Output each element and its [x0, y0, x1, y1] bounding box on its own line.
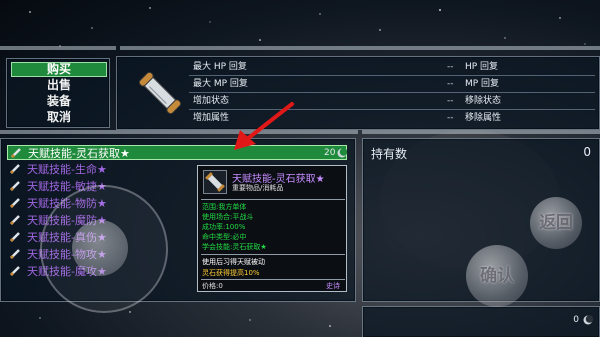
tooltip-success-rate: 成功率:100%	[202, 223, 246, 231]
info-row-max-mp: 最大 MP 回复 -- MP 回复	[189, 76, 595, 93]
mid-divider-right	[362, 130, 600, 134]
scroll-icon	[10, 232, 20, 242]
scroll-icon	[10, 266, 20, 276]
tooltip-learn-skill: 学会技能:灵石获取★	[202, 243, 267, 251]
item-name: 天赋技能-灵石获取★	[28, 147, 130, 160]
tooltip-occasion: 使用场合:平战斗	[202, 213, 254, 221]
bottom-status-strip: 0	[362, 306, 600, 337]
scroll-icon	[10, 164, 20, 174]
held-count-label: 持有数	[371, 147, 408, 161]
cancel-button[interactable]: 取消	[11, 110, 107, 125]
crescent-icon	[337, 148, 347, 158]
joystick-knob[interactable]	[72, 220, 128, 276]
info-left-label: 最大 MP 回复	[193, 79, 248, 89]
info-left-label: 增加状态	[193, 96, 230, 106]
tooltip-divider	[201, 254, 345, 255]
tooltip-divider	[201, 199, 345, 200]
info-dash: --	[447, 96, 454, 106]
top-divider-left	[0, 46, 116, 50]
scroll-icon	[10, 249, 20, 259]
info-left-label: 增加属性	[193, 113, 230, 123]
tooltip-hit-type: 命中类型:必中	[202, 233, 247, 241]
info-row-max-hp: 最大 HP 回复 -- HP 回复	[189, 59, 595, 76]
sell-button[interactable]: 出售	[11, 78, 107, 93]
confirm-button[interactable]: 确认	[466, 245, 528, 307]
info-right-label: MP 回复	[465, 79, 500, 89]
scroll-icon	[10, 215, 20, 225]
scroll-icon	[11, 148, 21, 158]
item-count: 20	[324, 148, 336, 158]
info-dash: --	[447, 113, 454, 123]
item-tooltip: 天赋技能-灵石获取★ 重要物品/消耗品 范围:我方单体 使用场合:平战斗 成功率…	[197, 165, 347, 292]
info-right-label: HP 回复	[465, 62, 499, 72]
tooltip-desc-2: 灵石获得提高10%	[202, 269, 260, 277]
scroll-icon	[10, 181, 20, 191]
tooltip-range: 范围:我方单体	[202, 203, 247, 211]
scroll-icon	[10, 198, 20, 208]
item-name: 天赋技能-生命★	[27, 163, 107, 176]
pointer-arrow-icon	[234, 102, 294, 150]
info-right-label: 移除属性	[465, 113, 502, 123]
tooltip-desc-1: 使用后习得天赋被动	[202, 258, 265, 266]
scroll-item-icon	[203, 170, 227, 194]
item-info-panel: 最大 HP 回复 -- HP 回复 最大 MP 回复 -- MP 回复 增加状态…	[116, 56, 600, 130]
command-menu: 购买 出售 装备 取消	[6, 58, 110, 128]
bottom-value: 0	[573, 315, 579, 325]
info-dash: --	[447, 62, 454, 72]
back-button[interactable]: 返回	[530, 197, 582, 249]
tooltip-rarity: 史诗	[326, 282, 340, 290]
tooltip-price: 价格:0	[202, 282, 223, 290]
held-count-value: 0	[583, 145, 591, 159]
info-left-label: 最大 HP 回复	[193, 62, 247, 72]
top-divider-right	[120, 46, 600, 50]
scroll-item-icon	[138, 71, 182, 115]
tooltip-subtitle: 重要物品/消耗品	[232, 184, 284, 192]
equip-button[interactable]: 装备	[11, 94, 107, 109]
info-right-label: 移除状态	[465, 96, 502, 106]
crescent-icon	[583, 315, 593, 325]
info-dash: --	[447, 79, 454, 89]
tooltip-divider	[201, 279, 345, 280]
buy-button[interactable]: 购买	[11, 62, 107, 77]
